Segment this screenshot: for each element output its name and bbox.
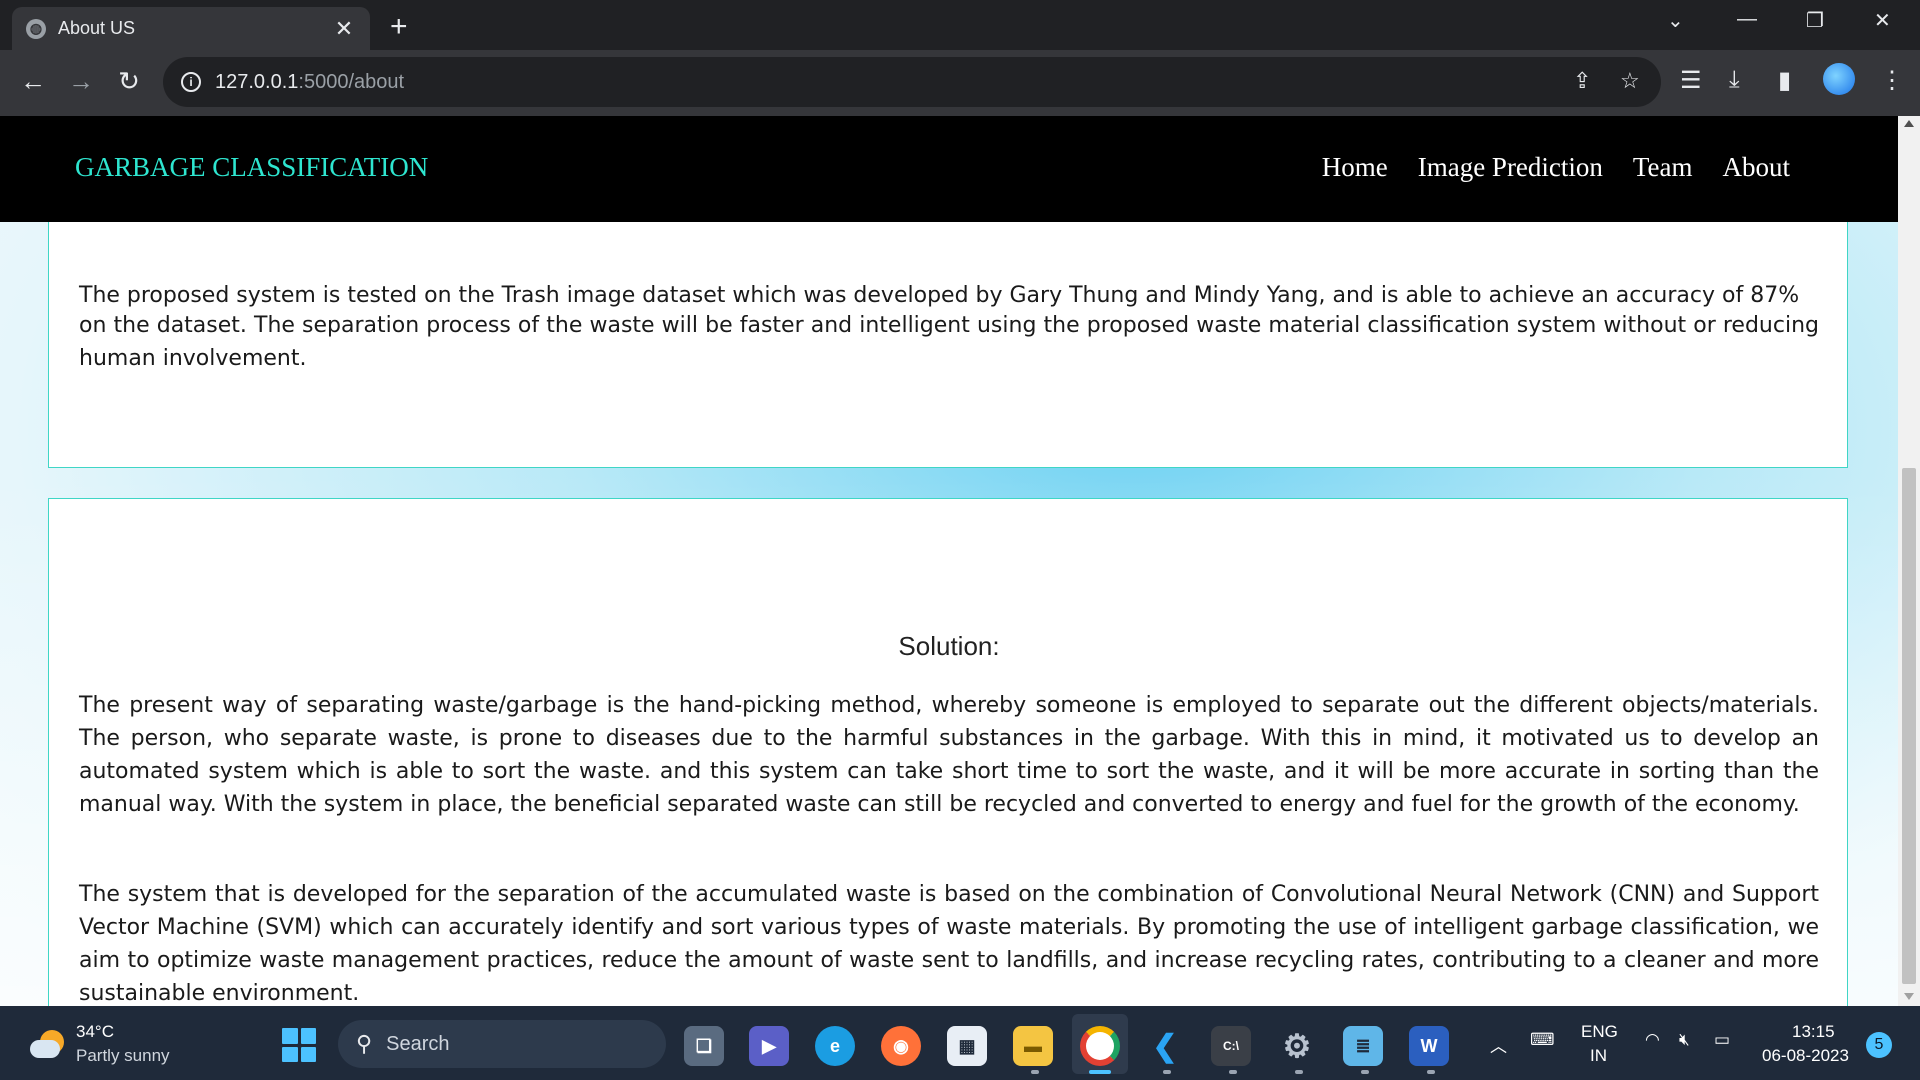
share-icon[interactable]: ⇪ (1573, 68, 1591, 94)
profile-avatar[interactable] (1823, 63, 1855, 95)
scroll-thumb[interactable] (1902, 468, 1916, 984)
running-indicator-active (1089, 1070, 1111, 1074)
clock-date[interactable]: 06-08-2023 (1762, 1046, 1849, 1066)
tab-title: About US (58, 18, 136, 38)
download-icon[interactable]: ⤓ (1729, 66, 1740, 94)
weather-desc[interactable]: Partly sunny (76, 1046, 170, 1066)
store-icon[interactable]: ▦ (947, 1026, 987, 1066)
solution-paragraph-2: The system that is developed for the sep… (79, 882, 1819, 1006)
back-icon[interactable]: ← (17, 66, 49, 97)
tab-strip: ◍ About US ✕ + ⌄ — ❐ ✕ (0, 0, 1920, 50)
restore-icon[interactable]: ❐ (1806, 8, 1824, 33)
teams-chat-icon[interactable]: ▶ (749, 1026, 789, 1066)
url-path: :5000/about (298, 70, 405, 93)
page-scrollbar[interactable] (1898, 116, 1920, 1006)
address-bar[interactable]: i 127.0.0.1:5000/about ⇪ ☆ (163, 57, 1661, 107)
running-indicator (1427, 1070, 1435, 1074)
notification-badge[interactable]: 5 (1866, 1032, 1892, 1058)
nav-team[interactable]: Team (1633, 152, 1693, 183)
running-indicator (1361, 1070, 1369, 1074)
edge-icon[interactable]: e (815, 1026, 855, 1066)
show-hidden-icons[interactable]: ︿ (1490, 1032, 1507, 1057)
close-tab-icon[interactable]: ✕ (332, 16, 356, 42)
solution-card: Solution: The present way of separating … (48, 498, 1848, 1006)
new-tab-icon[interactable]: + (390, 10, 408, 44)
word-icon[interactable]: W (1409, 1026, 1449, 1066)
clock-time[interactable]: 13:15 (1792, 1022, 1835, 1042)
solution-heading: Solution: (898, 631, 1000, 661)
language-eng[interactable]: ENG (1581, 1022, 1618, 1042)
taskbar-search-label: Search (386, 1032, 450, 1055)
reload-icon[interactable]: ↻ (113, 66, 145, 97)
scroll-up-icon[interactable] (1904, 120, 1914, 127)
nav-about[interactable]: About (1723, 152, 1791, 183)
site-brand[interactable]: GARBAGE CLASSIFICATION (75, 152, 428, 183)
partial-line: The proposed system is tested on the Tra… (79, 283, 1800, 308)
reading-list-icon[interactable]: ☰ (1680, 66, 1702, 95)
wifi-icon[interactable]: ◠ (1645, 1030, 1660, 1050)
nav-image-prediction[interactable]: Image Prediction (1418, 152, 1603, 183)
scroll-down-icon[interactable] (1904, 993, 1914, 1000)
weather-icon[interactable] (28, 1026, 66, 1060)
firefox-icon[interactable]: ◉ (881, 1026, 921, 1066)
bookmark-star-icon[interactable]: ☆ (1620, 68, 1640, 94)
file-explorer-icon[interactable]: ▬ (1013, 1026, 1053, 1066)
weather-temp[interactable]: 34°C (76, 1022, 114, 1042)
vscode-icon[interactable]: ❮ (1145, 1026, 1185, 1066)
side-panel-icon[interactable]: ▮ (1778, 66, 1791, 95)
language-region[interactable]: IN (1590, 1046, 1607, 1066)
chrome-icon[interactable] (1080, 1026, 1120, 1066)
browser-tab[interactable]: ◍ About US ✕ (12, 7, 370, 50)
terminal-icon[interactable]: C:\ (1211, 1026, 1251, 1066)
site-navbar: GARBAGE CLASSIFICATION Home Image Predic… (0, 116, 1898, 222)
taskbar: 34°C Partly sunny ⚲ Search ❏ ▶ e ◉ ▦ ▬ ❮… (0, 1006, 1920, 1080)
search-icon: ⚲ (356, 1031, 373, 1056)
site-info-icon[interactable]: i (181, 72, 201, 92)
close-window-icon[interactable]: ✕ (1874, 8, 1891, 33)
menu-kebab-icon[interactable]: ⋮ (1880, 66, 1904, 95)
nav-links: Home Image Prediction Team About (1322, 152, 1790, 183)
start-icon[interactable] (282, 1028, 316, 1062)
keyboard-icon[interactable]: ⌨ (1530, 1030, 1555, 1050)
running-indicator (1031, 1070, 1039, 1074)
running-indicator (1229, 1070, 1237, 1074)
taskbar-search[interactable]: ⚲ Search (338, 1020, 666, 1068)
minimize-icon[interactable]: — (1737, 8, 1757, 31)
settings-gear-icon[interactable]: ⚙ (1277, 1026, 1317, 1066)
volume-muted-icon[interactable]: 🔇︎ (1679, 1030, 1690, 1050)
forward-icon[interactable]: → (65, 66, 97, 97)
running-indicator (1295, 1070, 1303, 1074)
url-host: 127.0.0.1 (215, 70, 299, 93)
tab-search-icon[interactable]: ⌄ (1667, 8, 1684, 33)
page-viewport: The proposed system is tested on the Tra… (0, 116, 1898, 1006)
nav-home[interactable]: Home (1322, 152, 1388, 183)
intro-paragraph: on the dataset. The separation process o… (79, 313, 1819, 371)
notepad-icon[interactable]: ≣ (1343, 1026, 1383, 1066)
running-indicator (1163, 1070, 1171, 1074)
solution-paragraph-1: The present way of separating waste/garb… (79, 693, 1819, 817)
globe-icon: ◍ (26, 18, 46, 39)
browser-toolbar: ← → ↻ i 127.0.0.1:5000/about ⇪ ☆ ☰ ⤓ ▮ ⋮ (0, 50, 1920, 116)
task-view-icon[interactable]: ❏ (684, 1026, 724, 1066)
battery-icon[interactable]: ▭ (1714, 1030, 1730, 1050)
